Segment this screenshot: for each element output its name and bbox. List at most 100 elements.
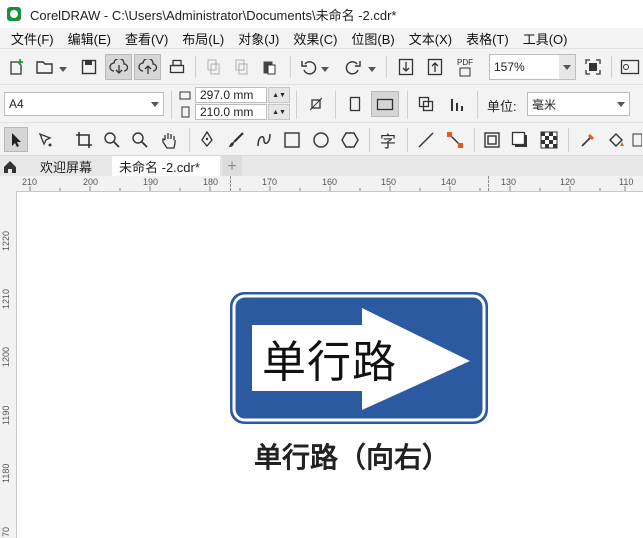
menu-view[interactable]: 查看(V) bbox=[118, 29, 175, 48]
landscape-icon[interactable] bbox=[371, 91, 399, 117]
menu-bitmaps[interactable]: 位图(B) bbox=[344, 29, 401, 48]
eyedropper-icon[interactable] bbox=[576, 128, 600, 152]
vruler-tick-label: 1210 bbox=[1, 288, 11, 309]
pan-hand-icon[interactable] bbox=[157, 128, 181, 152]
page-height-value: 210.0 mm bbox=[200, 105, 254, 119]
page-width-icon bbox=[178, 88, 192, 102]
zoom-out-tool-icon[interactable] bbox=[128, 128, 152, 152]
menu-text[interactable]: 文本(X) bbox=[402, 29, 459, 48]
polygon-tool-icon[interactable] bbox=[338, 128, 362, 152]
ruler-guide-marker bbox=[230, 176, 231, 191]
page-size-chevron-down-icon[interactable] bbox=[151, 102, 159, 107]
toolbox-row: 字 bbox=[0, 122, 643, 156]
coreldraw-logo-icon bbox=[7, 7, 21, 21]
crop-tool-icon[interactable] bbox=[72, 128, 96, 152]
tab-welcome-screen[interactable]: 欢迎屏幕 bbox=[20, 156, 112, 177]
publish-pdf-icon[interactable]: PDF bbox=[452, 55, 478, 79]
page-height-spinner[interactable]: ▲▼ bbox=[268, 104, 290, 120]
title-bar: CorelDRAW - C:\Users\Administrator\Docum… bbox=[0, 0, 643, 28]
artistic-media-brush-icon[interactable] bbox=[224, 128, 248, 152]
units-chevron-down-icon[interactable] bbox=[617, 102, 625, 107]
redo-icon[interactable] bbox=[342, 56, 364, 78]
page-size-select[interactable]: A4 bbox=[4, 92, 164, 116]
ruler-tick-label: 160 bbox=[322, 177, 338, 187]
text-tool-icon[interactable]: 字 bbox=[376, 128, 400, 152]
zoom-tool-icon[interactable] bbox=[100, 128, 124, 152]
menu-table[interactable]: 表格(T) bbox=[459, 29, 516, 48]
page-height-field[interactable]: 210.0 mm bbox=[195, 104, 267, 120]
document-tab-bar: 欢迎屏幕 未命名 -2.cdr* + bbox=[0, 155, 643, 177]
rectangle-tool-icon[interactable] bbox=[280, 128, 304, 152]
pdf-label: PDF bbox=[457, 57, 473, 67]
parallel-dimension-icon[interactable] bbox=[414, 128, 438, 152]
paste-icon[interactable] bbox=[258, 56, 280, 78]
open-folder-icon[interactable] bbox=[34, 56, 56, 78]
smart-drawing-icon[interactable] bbox=[252, 128, 276, 152]
menu-object[interactable]: 对象(J) bbox=[231, 29, 286, 48]
save-icon[interactable] bbox=[78, 56, 100, 78]
horizontal-ruler[interactable]: 210 200 190 180 170 160 150 140 130 120 … bbox=[0, 176, 643, 192]
ruler-tick-label: 200 bbox=[83, 177, 99, 187]
cloud-upload-icon[interactable] bbox=[134, 54, 161, 80]
cloud-download-icon[interactable] bbox=[105, 54, 132, 80]
shadow-tool-icon[interactable] bbox=[480, 128, 504, 152]
vruler-tick-label: 1200 bbox=[1, 346, 11, 367]
pick-tool-arrow-icon[interactable] bbox=[4, 127, 28, 152]
copy-icon[interactable] bbox=[230, 56, 252, 78]
drop-shadow-icon[interactable] bbox=[508, 128, 532, 152]
add-tab-button[interactable]: + bbox=[222, 156, 242, 177]
transparency-checker-icon[interactable] bbox=[537, 128, 561, 152]
options-icon[interactable] bbox=[618, 56, 642, 78]
zoom-to-page-icon[interactable] bbox=[582, 56, 604, 78]
ruler-tick-label: 180 bbox=[203, 177, 219, 187]
units-select[interactable]: 毫米 bbox=[527, 92, 630, 116]
menu-effects[interactable]: 效果(C) bbox=[286, 29, 344, 48]
menu-tools[interactable]: 工具(O) bbox=[516, 29, 575, 48]
pen-tool-icon[interactable] bbox=[195, 128, 219, 152]
page-alignment-icon[interactable] bbox=[305, 93, 327, 115]
menu-edit[interactable]: 编辑(E) bbox=[61, 29, 118, 48]
new-document-icon[interactable] bbox=[6, 56, 28, 78]
ruler-tick-label: 110 bbox=[619, 177, 634, 187]
import-icon[interactable] bbox=[395, 56, 417, 78]
vruler-tick-label: 1220 bbox=[1, 230, 11, 251]
more-tools-icon[interactable] bbox=[630, 128, 643, 152]
zoom-level-value: 157% bbox=[494, 60, 525, 74]
redo-chevron-down-icon[interactable] bbox=[367, 65, 377, 73]
page-width-spinner[interactable]: ▲▼ bbox=[268, 87, 290, 103]
ruler-tick-label: 190 bbox=[143, 177, 159, 187]
undo-icon[interactable] bbox=[298, 56, 320, 78]
vruler-tick-label: 1190 bbox=[1, 405, 11, 425]
units-label: 单位: bbox=[487, 99, 517, 114]
open-dropdown-chevron-down-icon[interactable] bbox=[58, 65, 68, 73]
current-page-icon[interactable] bbox=[446, 93, 468, 115]
sign-text: 单行路 bbox=[262, 337, 397, 388]
zoom-chevron-down-icon[interactable] bbox=[559, 55, 575, 79]
vertical-ruler[interactable]: 1220 1210 1200 1190 1180 70 bbox=[0, 191, 17, 538]
page-height-icon bbox=[178, 105, 192, 119]
menu-bar: 文件(F) 编辑(E) 查看(V) 布局(L) 对象(J) 效果(C) 位图(B… bbox=[0, 28, 643, 48]
tab-document[interactable]: 未命名 -2.cdr* bbox=[112, 156, 220, 177]
ruler-tick-label: 170 bbox=[262, 177, 278, 187]
vruler-tick-label: 1180 bbox=[1, 463, 11, 483]
ellipse-tool-icon[interactable] bbox=[309, 128, 333, 152]
portrait-icon[interactable] bbox=[345, 93, 365, 115]
menu-file[interactable]: 文件(F) bbox=[0, 29, 61, 48]
page-width-field[interactable]: 297.0 mm bbox=[195, 87, 267, 103]
home-icon[interactable] bbox=[0, 156, 20, 177]
shape-tool-icon[interactable] bbox=[34, 128, 58, 152]
undo-chevron-down-icon[interactable] bbox=[320, 65, 330, 73]
units-value: 毫米 bbox=[532, 97, 557, 112]
property-bar: A4 297.0 mm ▲▼ 210.0 mm ▲▼ 单位: 毫米 bbox=[0, 84, 643, 123]
cut-icon[interactable] bbox=[202, 56, 224, 78]
print-icon[interactable] bbox=[166, 56, 188, 78]
standard-toolbar: PDF 157% bbox=[0, 48, 643, 85]
tab-welcome-label: 欢迎屏幕 bbox=[39, 160, 92, 175]
menu-layout[interactable]: 布局(L) bbox=[175, 29, 231, 48]
ruler-tick-label: 140 bbox=[441, 177, 457, 187]
all-pages-icon[interactable] bbox=[415, 93, 437, 115]
connector-tool-icon[interactable] bbox=[443, 128, 467, 152]
interactive-fill-icon[interactable] bbox=[604, 128, 628, 152]
zoom-level-combo[interactable]: 157% bbox=[489, 54, 576, 80]
export-icon[interactable] bbox=[424, 56, 446, 78]
